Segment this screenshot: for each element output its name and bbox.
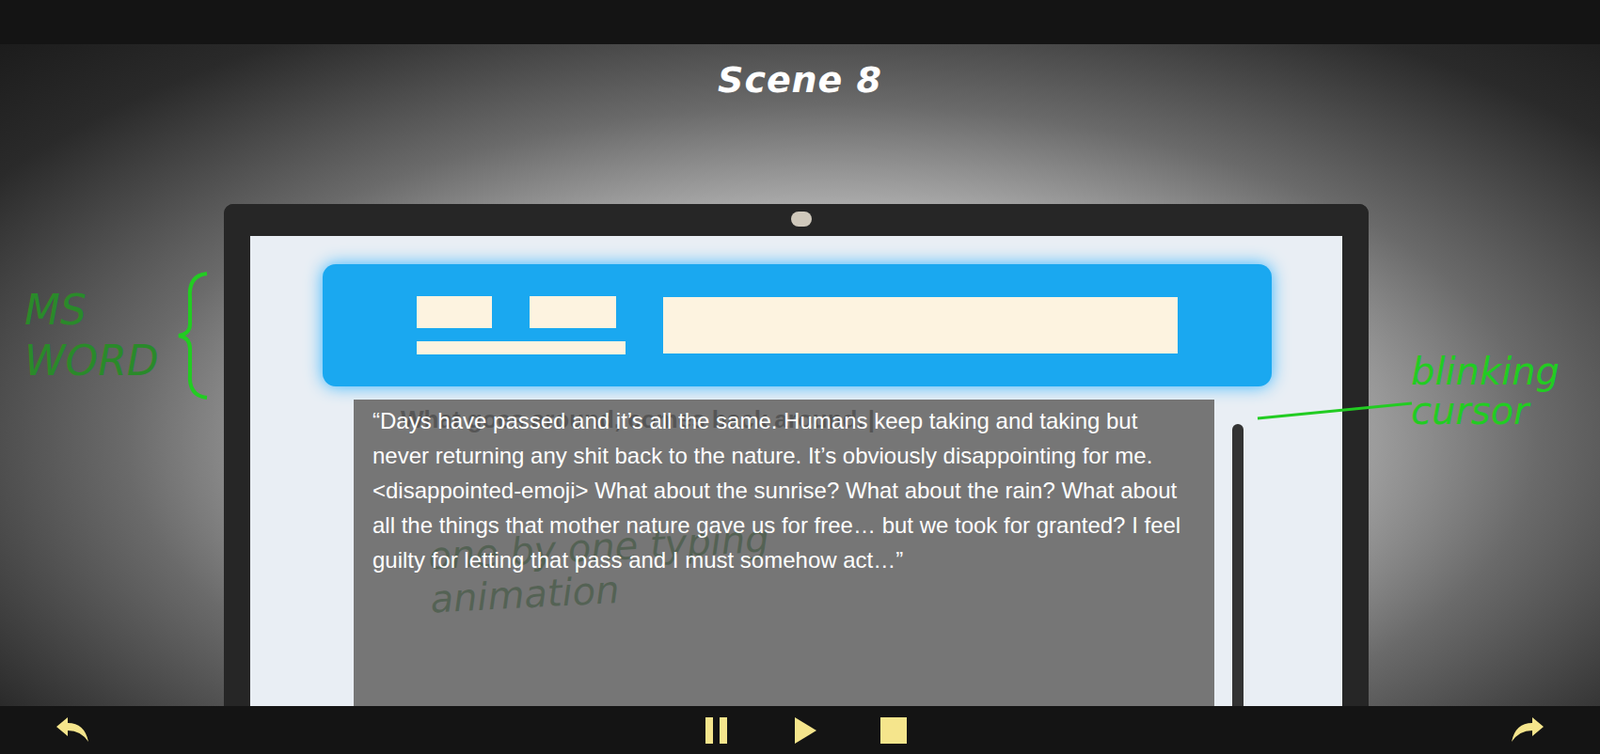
annotation-text: MS WORD	[24, 285, 166, 387]
word-ribbon	[322, 264, 1272, 387]
document-page[interactable]: What goes around, comes back around.| on…	[353, 399, 1215, 707]
caption-text: “Days have passed and it’s all the same.…	[372, 403, 1196, 578]
play-icon	[792, 716, 819, 745]
scene-title: Scene 8	[717, 44, 883, 101]
webcam-icon	[791, 211, 812, 227]
scrollbar[interactable]	[1232, 424, 1244, 707]
caption-overlay: “Days have passed and it’s all the same.…	[353, 399, 1215, 707]
ribbon-panel	[663, 297, 1178, 354]
back-arrow-icon	[52, 715, 91, 746]
ribbon-bar	[416, 341, 626, 355]
previous-button[interactable]	[52, 712, 91, 750]
ribbon-tab[interactable]	[416, 296, 492, 329]
next-button[interactable]	[1509, 712, 1548, 750]
transport-controls	[700, 714, 910, 747]
stop-icon	[879, 716, 908, 745]
storyboard-player: Scene 8 What goes around, comes back aro…	[0, 0, 1600, 754]
forward-arrow-icon	[1509, 715, 1548, 746]
stop-button[interactable]	[877, 714, 910, 747]
pause-button[interactable]	[700, 714, 733, 747]
cursor-annotation: blinking cursor	[1410, 351, 1596, 431]
pause-icon	[703, 716, 730, 745]
pointer-line-icon	[1255, 382, 1416, 430]
playback-bar	[0, 706, 1600, 754]
monitor: What goes around, comes back around.| on…	[223, 204, 1369, 707]
play-button[interactable]	[789, 714, 822, 747]
ribbon-tab[interactable]	[529, 296, 617, 329]
brace-icon	[174, 269, 213, 402]
scene-canvas: Scene 8 What goes around, comes back aro…	[0, 44, 1600, 707]
ms-word-annotation: MS WORD	[24, 269, 213, 402]
top-bar	[0, 0, 1600, 45]
